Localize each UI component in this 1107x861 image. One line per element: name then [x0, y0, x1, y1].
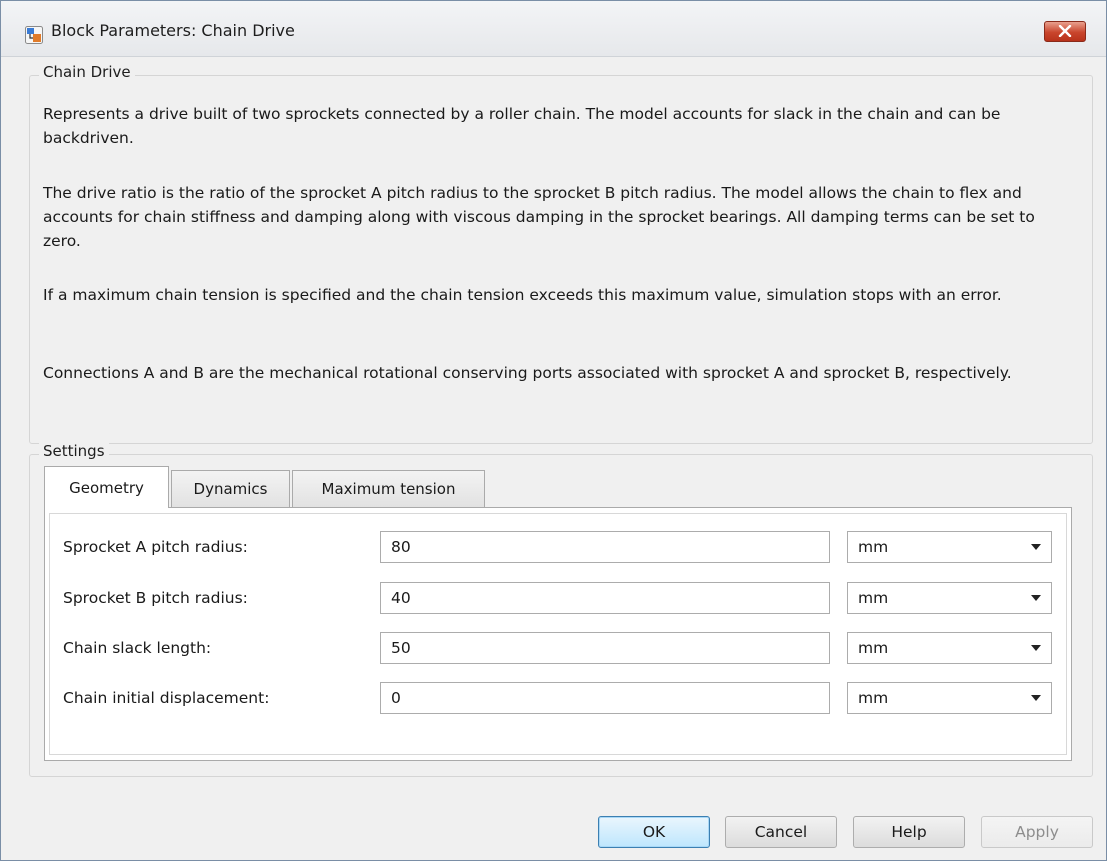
unit-value: mm	[858, 538, 889, 556]
param-label-chain-slack-length: Chain slack length:	[63, 639, 212, 657]
param-label-sprocket-a-radius: Sprocket A pitch radius:	[63, 538, 248, 556]
tab-geometry[interactable]: Geometry	[44, 466, 169, 508]
chevron-down-icon	[1031, 695, 1041, 701]
tab-dynamics[interactable]: Dynamics	[171, 470, 290, 507]
chevron-down-icon	[1031, 595, 1041, 601]
button-label: OK	[642, 823, 666, 841]
sprocket-b-radius-input[interactable]: 40	[380, 582, 830, 614]
help-button[interactable]: Help	[853, 816, 965, 848]
settings-group-legend: Settings	[39, 442, 109, 460]
param-label-chain-initial-displacement: Chain initial displacement:	[63, 689, 270, 707]
tab-label: Dynamics	[193, 480, 268, 498]
input-value: 50	[391, 639, 411, 657]
input-value: 80	[391, 538, 411, 556]
close-icon	[1058, 23, 1072, 41]
description-group-legend: Chain Drive	[39, 63, 135, 81]
param-label-sprocket-b-radius: Sprocket B pitch radius:	[63, 589, 248, 607]
unit-value: mm	[858, 689, 889, 707]
sprocket-a-radius-input[interactable]: 80	[380, 531, 830, 563]
sprocket-a-radius-unit-select[interactable]: mm	[847, 531, 1052, 563]
title-bar[interactable]: Block Parameters: Chain Drive	[1, 1, 1106, 57]
close-button[interactable]	[1044, 21, 1086, 42]
button-label: Help	[891, 823, 927, 841]
ok-button[interactable]: OK	[598, 816, 710, 848]
simulink-block-icon	[25, 26, 43, 44]
description-paragraph: Connections A and B are the mechanical r…	[43, 364, 1012, 382]
chevron-down-icon	[1031, 645, 1041, 651]
unit-value: mm	[858, 589, 889, 607]
cancel-button[interactable]: Cancel	[725, 816, 837, 848]
description-paragraph: The drive ratio is the ratio of the spro…	[43, 184, 1035, 250]
chain-initial-displacement-input[interactable]: 0	[380, 682, 830, 714]
input-value: 0	[391, 689, 401, 707]
chevron-down-icon	[1031, 544, 1041, 550]
button-label: Apply	[1015, 823, 1059, 841]
input-value: 40	[391, 589, 411, 607]
description-paragraph: If a maximum chain tension is specified …	[43, 286, 1002, 304]
tab-label: Geometry	[69, 478, 144, 497]
tab-label: Maximum tension	[321, 480, 456, 498]
description-paragraph: Represents a drive built of two sprocket…	[43, 105, 1001, 147]
window-title: Block Parameters: Chain Drive	[51, 21, 295, 40]
chain-initial-displacement-unit-select[interactable]: mm	[847, 682, 1052, 714]
apply-button[interactable]: Apply	[981, 816, 1093, 848]
sprocket-b-radius-unit-select[interactable]: mm	[847, 582, 1052, 614]
unit-value: mm	[858, 639, 889, 657]
dialog-window: Block Parameters: Chain Drive Chain Driv…	[0, 0, 1107, 861]
chain-slack-length-unit-select[interactable]: mm	[847, 632, 1052, 664]
button-label: Cancel	[754, 823, 808, 841]
chain-slack-length-input[interactable]: 50	[380, 632, 830, 664]
tab-maximum-tension[interactable]: Maximum tension	[292, 470, 485, 507]
